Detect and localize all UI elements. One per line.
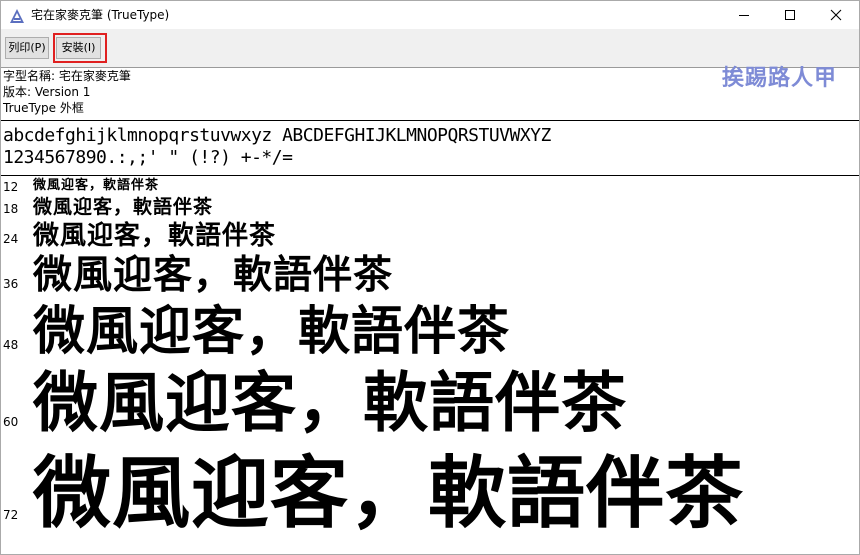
sample-text: 微風迎客，軟語伴茶 xyxy=(33,366,628,441)
sample-size-label: 60 xyxy=(3,415,19,429)
minimize-button[interactable] xyxy=(721,1,767,29)
divider-top xyxy=(1,120,859,121)
minimize-icon xyxy=(739,15,749,16)
window-title: 宅在家麥克筆 (TrueType) xyxy=(31,8,170,22)
font-name-line: 字型名稱: 宅在家麥克筆 xyxy=(3,69,131,83)
font-version-line: 版本: Version 1 xyxy=(3,85,91,99)
maximize-icon xyxy=(785,10,795,20)
sample-text: 微風迎客，軟語伴茶 xyxy=(33,449,745,539)
sample-text: 微風迎客，軟語伴茶 xyxy=(33,302,511,362)
print-button[interactable]: 列印(P) xyxy=(5,37,49,59)
sample-size-label: 36 xyxy=(3,277,19,291)
watermark-text: 挨踢路人甲 xyxy=(721,65,837,91)
sample-text: 微風迎客，軟語伴茶 xyxy=(33,221,277,251)
sample-text: 微風迎客，軟語伴茶 xyxy=(33,196,214,218)
charset-letters: abcdefghijklmnopqrstuvwxyz ABCDEFGHIJKLM… xyxy=(3,125,551,146)
install-highlight-box xyxy=(53,33,107,63)
maximize-button[interactable] xyxy=(767,1,813,29)
toolbar: 列印(P) 安裝(I) 挨踢路人甲 xyxy=(1,29,859,91)
font-type-line: TrueType 外框 xyxy=(3,101,84,115)
sample-size-label: 18 xyxy=(3,202,19,216)
sample-size-label: 72 xyxy=(3,508,19,522)
sample-size-label: 12 xyxy=(3,180,19,194)
charset-digits-symbols: 1234567890.:,;' " (!?) +-*/= xyxy=(3,147,293,168)
title-bar[interactable]: 宅在家麥克筆 (TrueType) xyxy=(1,1,859,29)
sample-size-label: 24 xyxy=(3,232,19,246)
character-set-preview: abcdefghijklmnopqrstuvwxyz ABCDEFGHIJKLM… xyxy=(3,125,551,169)
font-file-icon xyxy=(10,9,24,23)
sample-text: 微風迎客，軟語伴茶 xyxy=(33,253,394,298)
close-button[interactable] xyxy=(813,1,859,29)
font-viewer-window: 宅在家麥克筆 (TrueType) 列印(P) 安裝(I) 挨踢路人甲 字型名稱… xyxy=(0,0,860,555)
sample-text: 微風迎客，軟語伴茶 xyxy=(33,178,160,193)
font-info: 字型名稱: 宅在家麥克筆 版本: Version 1 TrueType 外框 xyxy=(3,68,131,116)
sample-size-label: 48 xyxy=(3,338,19,352)
close-icon xyxy=(830,9,842,21)
divider-bottom xyxy=(1,175,859,176)
